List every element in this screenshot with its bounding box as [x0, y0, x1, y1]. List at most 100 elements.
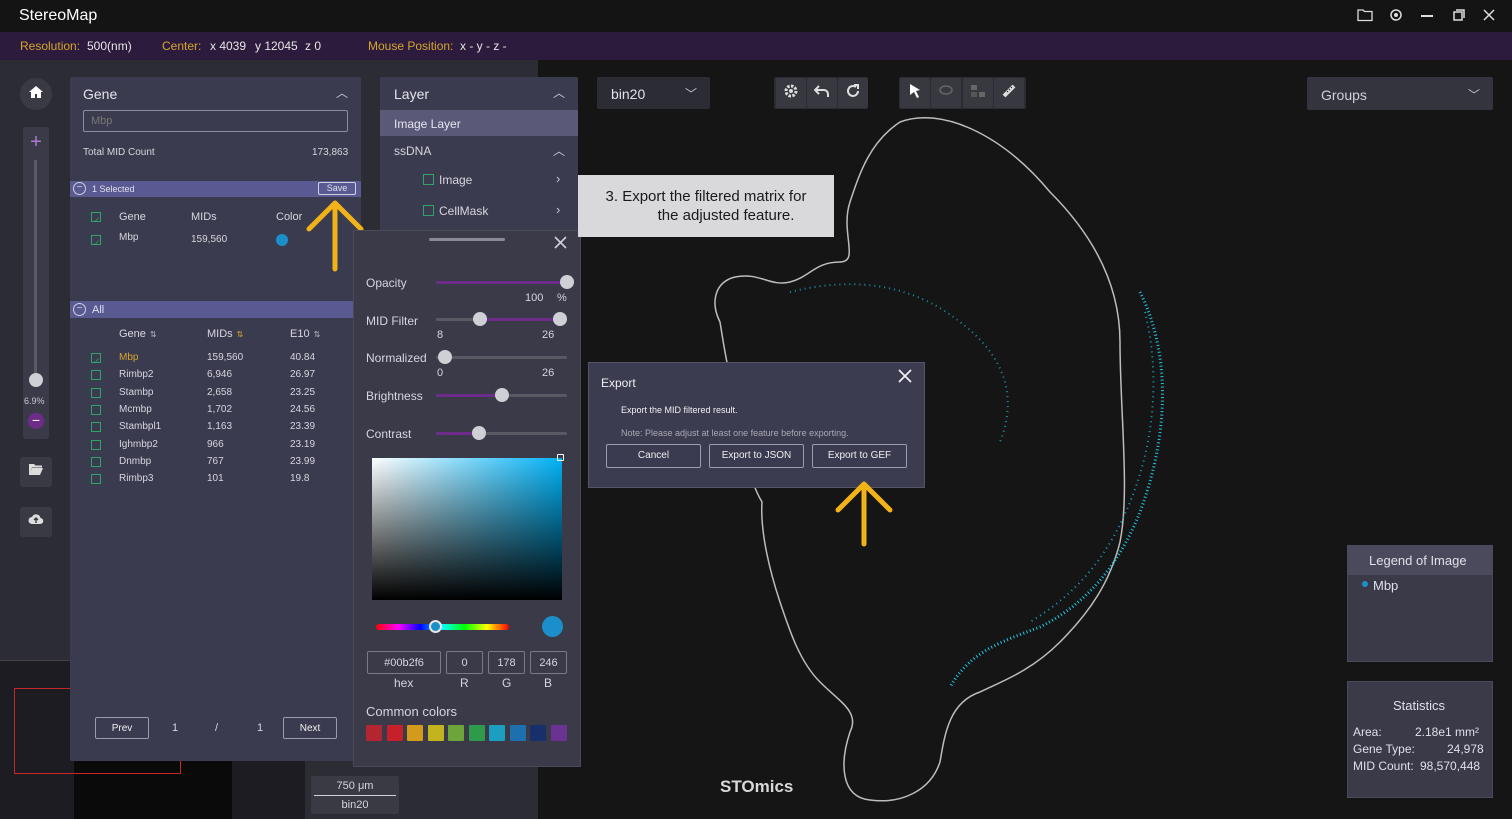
- r-input[interactable]: 0: [446, 651, 483, 674]
- image-layer-checkbox[interactable]: [423, 174, 434, 185]
- gene-row-checkbox[interactable]: [91, 474, 101, 485]
- color-swatch[interactable]: [468, 725, 485, 741]
- rectangle-tool-button[interactable]: [963, 78, 993, 108]
- color-saturation-picker[interactable]: [372, 458, 562, 600]
- close-adjust-icon[interactable]: [554, 236, 567, 254]
- mid-filter-max-knob[interactable]: [553, 312, 567, 326]
- restore-icon[interactable]: [1450, 8, 1468, 24]
- info-bar: Resolution: 500(nm) Center: x 4039 y 120…: [0, 32, 1512, 60]
- lasso-tool-button[interactable]: [931, 78, 961, 108]
- gene-row-gene: Mbp: [119, 352, 139, 363]
- gene-row-checkbox[interactable]: [91, 370, 101, 381]
- minimize-icon[interactable]: [1418, 8, 1436, 24]
- gene-search-input[interactable]: [83, 110, 348, 132]
- upload-button[interactable]: [20, 507, 52, 537]
- selected-row-checkbox[interactable]: [91, 235, 101, 245]
- next-page-button[interactable]: Next: [283, 717, 337, 739]
- color-swatch[interactable]: [366, 725, 382, 741]
- color-swatch[interactable]: [550, 725, 567, 741]
- settings-icon[interactable]: [1387, 8, 1405, 24]
- sort-desc-icon[interactable]: ⇅: [237, 330, 244, 339]
- scale-line: [314, 795, 396, 796]
- gene-row-gene: Mcmbp: [119, 403, 152, 415]
- gene-row-checkbox[interactable]: [91, 456, 101, 467]
- color-swatch[interactable]: [530, 725, 546, 741]
- total-mid-label: Total MID Count: [83, 147, 155, 158]
- all-header-mids-label: MIDs: [207, 328, 233, 340]
- brightness-knob[interactable]: [494, 388, 509, 402]
- ruler-tool-button[interactable]: [994, 78, 1024, 108]
- all-header-e10[interactable]: E10 ⇅: [290, 328, 320, 340]
- cellmask-expand-icon[interactable]: ›: [556, 202, 560, 217]
- gene-row-checkbox[interactable]: [91, 439, 101, 450]
- gene-row-checkbox[interactable]: [91, 422, 101, 433]
- image-expand-icon[interactable]: ›: [556, 171, 560, 186]
- cloud-upload-icon: [28, 513, 44, 531]
- open-file-button[interactable]: [20, 457, 52, 487]
- export-json-button[interactable]: Export to JSON: [709, 444, 804, 468]
- gene-row-gene: Stambpl1: [119, 421, 162, 433]
- close-export-icon[interactable]: [898, 369, 912, 388]
- opacity-track[interactable]: [436, 281, 567, 284]
- prev-page-button[interactable]: Prev: [95, 717, 149, 739]
- hex-input[interactable]: #00b2f6: [367, 651, 441, 674]
- collapse-layer-icon[interactable]: ︿: [553, 84, 565, 101]
- close-window-icon[interactable]: [1480, 8, 1498, 24]
- opacity-knob[interactable]: [560, 275, 574, 289]
- legend-item: Mbp: [1373, 578, 1399, 593]
- refresh-icon: [845, 83, 861, 104]
- color-swatch[interactable]: [386, 725, 403, 741]
- b-input[interactable]: 246: [530, 651, 567, 674]
- all-collapse-icon[interactable]: −: [73, 303, 86, 316]
- drag-handle[interactable]: [429, 238, 505, 241]
- color-swatch[interactable]: [509, 725, 526, 741]
- sort-icon[interactable]: ⇅: [314, 330, 321, 339]
- cancel-button[interactable]: Cancel: [606, 444, 701, 468]
- folder-icon[interactable]: [1356, 8, 1374, 24]
- all-header-e10-label: E10: [290, 328, 310, 340]
- sort-icon[interactable]: ⇅: [150, 330, 157, 339]
- saturation-handle[interactable]: [557, 454, 564, 461]
- zoom-knob[interactable]: [29, 373, 43, 387]
- home-icon: [28, 85, 44, 104]
- color-swatch[interactable]: [489, 725, 505, 741]
- color-swatch[interactable]: [407, 725, 423, 741]
- export-gef-button[interactable]: Export to GEF: [812, 444, 907, 468]
- collapse-ssdna-icon[interactable]: ︿: [553, 142, 565, 159]
- normalized-track[interactable]: [436, 356, 567, 359]
- zoom-out-button[interactable]: −: [28, 413, 44, 429]
- save-button[interactable]: Save: [318, 182, 356, 195]
- groups-select[interactable]: Groups ﹀: [1307, 77, 1493, 110]
- color-swatch[interactable]: [427, 725, 444, 741]
- deselect-icon[interactable]: −: [73, 182, 86, 195]
- gene-row-checkbox[interactable]: [91, 387, 101, 398]
- gene-color-dot[interactable]: [276, 234, 288, 246]
- b-label: B: [544, 676, 553, 690]
- contrast-track[interactable]: [436, 432, 567, 435]
- cellmask-checkbox[interactable]: [423, 205, 434, 216]
- all-header-gene[interactable]: Gene ⇅: [119, 328, 157, 340]
- hue-slider[interactable]: [376, 624, 509, 630]
- pointer-tool-button[interactable]: [900, 78, 930, 108]
- mid-filter-track[interactable]: [436, 318, 567, 321]
- gene-row-mids: 6,946: [207, 369, 233, 381]
- brightness-label: Brightness: [366, 389, 423, 403]
- color-swatch[interactable]: [448, 725, 464, 741]
- select-all-selected-checkbox[interactable]: [91, 212, 101, 222]
- all-header-mids[interactable]: MIDs ⇅: [207, 328, 243, 340]
- undo-button[interactable]: [807, 78, 837, 108]
- refresh-button[interactable]: [838, 78, 868, 108]
- mid-filter-min-knob[interactable]: [473, 312, 487, 326]
- settings-button[interactable]: [776, 78, 806, 108]
- color-preview: [542, 616, 563, 637]
- g-input[interactable]: 178: [488, 651, 525, 674]
- gene-row-checkbox[interactable]: [91, 404, 101, 415]
- gene-row-checkbox[interactable]: [91, 353, 101, 363]
- collapse-gene-icon[interactable]: ︿: [336, 84, 348, 101]
- hue-knob[interactable]: [429, 620, 442, 633]
- normalized-knob[interactable]: [438, 350, 452, 364]
- bin-select[interactable]: bin20 ﹀: [597, 77, 710, 109]
- opacity-fill: [436, 281, 567, 284]
- zoom-in-button[interactable]: +: [28, 132, 44, 152]
- home-button[interactable]: [20, 78, 52, 110]
